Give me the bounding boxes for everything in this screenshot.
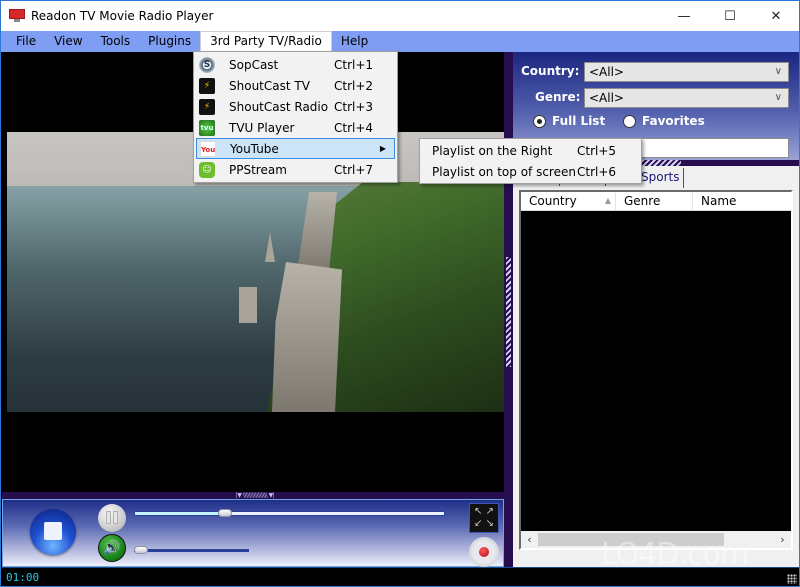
column-country[interactable]: Country ▲ (521, 192, 616, 211)
minimize-button[interactable]: — (661, 1, 707, 31)
menu-plugins[interactable]: Plugins (139, 31, 200, 52)
sopcast-icon: S (199, 56, 215, 73)
column-name[interactable]: Name (693, 192, 791, 211)
chevron-down-icon: ∨ (774, 66, 782, 77)
radio-selected-icon (533, 114, 546, 128)
menu-item-shoutcast-tv[interactable]: ⚡ ShoutCast TV Ctrl+2 (196, 75, 395, 96)
third-party-menu: S SopCast Ctrl+1 ⚡ ShoutCast TV Ctrl+2 ⚡… (193, 51, 398, 183)
submenu-arrow-icon: ▶ (379, 144, 386, 153)
pause-icon (106, 511, 111, 524)
watermark-logo: LO4D.com (601, 537, 749, 572)
mute-button[interactable]: 🔊 (98, 534, 126, 562)
seek-progress-fill (135, 512, 225, 515)
stop-button[interactable] (30, 509, 76, 555)
fullscreen-button[interactable]: ↖ ↗ ↙ ↘ (469, 503, 499, 533)
close-button[interactable]: ✕ (753, 1, 799, 31)
chevron-down-icon: ∨ (774, 92, 782, 103)
elapsed-time: 01:00 (6, 571, 40, 584)
favorites-radio[interactable]: Favorites (623, 114, 705, 128)
category-tabs-area: Sports Country ▲ Genre Name ‹ › (513, 166, 799, 567)
tvu-icon: tvu (199, 119, 215, 136)
title-bar: Readon TV Movie Radio Player — ☐ ✕ (1, 1, 799, 31)
expand-icon: ↖ (474, 506, 483, 517)
menu-file[interactable]: File (7, 31, 45, 52)
seek-thumb[interactable] (217, 509, 232, 517)
playback-controls: 🔊 ↖ ↗ ↙ ↘ (2, 499, 504, 567)
youtube-icon: You (200, 140, 216, 157)
menu-item-shoutcast-radio[interactable]: ⚡ ShoutCast Radio Ctrl+3 (196, 96, 395, 117)
genre-select[interactable]: <All> ∨ (584, 88, 789, 108)
app-tv-icon (9, 9, 25, 23)
ppstream-icon: ☺ (199, 161, 215, 178)
menu-3rd-party-tv-radio[interactable]: 3rd Party TV/Radio (200, 31, 332, 52)
menu-item-tvu-player[interactable]: tvu TVU Player Ctrl+4 (196, 117, 395, 138)
maximize-button[interactable]: ☐ (707, 1, 753, 31)
youtube-submenu: Playlist on the Right Ctrl+5 Playlist on… (419, 138, 642, 184)
list-header: Country ▲ Genre Name (521, 192, 791, 211)
window-title: Readon TV Movie Radio Player (31, 9, 214, 23)
panel-splitter-handle[interactable] (504, 52, 513, 567)
speaker-icon: 🔊 (103, 540, 121, 556)
pause-button[interactable] (98, 504, 126, 532)
country-select[interactable]: <All> ∨ (584, 62, 789, 82)
record-button[interactable] (469, 537, 499, 567)
column-genre[interactable]: Genre (616, 192, 693, 211)
scroll-left-icon[interactable]: ‹ (521, 531, 538, 548)
country-label: Country: (521, 64, 580, 78)
menu-bar: File View Tools Plugins 3rd Party TV/Rad… (1, 31, 799, 52)
volume-thumb[interactable] (134, 546, 148, 554)
shoutcast-icon: ⚡ (199, 77, 215, 94)
video-splitter-handle[interactable]: |▼ \\\\\\\\\\\\\\\\ ▼| (2, 492, 504, 499)
scroll-right-icon[interactable]: › (774, 531, 791, 548)
menu-item-playlist-top[interactable]: Playlist on top of screen Ctrl+6 (422, 161, 639, 182)
full-list-radio[interactable]: Full List (533, 114, 605, 128)
shoutcast-icon: ⚡ (199, 98, 215, 115)
resize-grip[interactable] (787, 574, 797, 584)
channel-list[interactable]: Country ▲ Genre Name ‹ › (519, 190, 793, 550)
menu-tools[interactable]: Tools (92, 31, 140, 52)
menu-view[interactable]: View (45, 31, 91, 52)
menu-item-ppstream[interactable]: ☺ PPStream Ctrl+7 (196, 159, 395, 180)
playlist-panel: Country: <All> ∨ Genre: <All> ∨ Full Lis… (513, 52, 799, 567)
splitter-grip (506, 257, 511, 367)
menu-item-sopcast[interactable]: S SopCast Ctrl+1 (196, 54, 395, 75)
volume-slider[interactable] (134, 546, 249, 554)
tab-sports[interactable]: Sports (637, 168, 685, 188)
menu-help[interactable]: Help (332, 31, 377, 52)
app-window: Readon TV Movie Radio Player — ☐ ✕ File … (0, 0, 800, 587)
menu-item-youtube[interactable]: You YouTube ▶ (196, 138, 395, 159)
radio-unselected-icon (623, 114, 636, 128)
seek-slider[interactable] (134, 509, 445, 517)
stop-icon (44, 522, 62, 540)
sort-ascending-icon: ▲ (604, 196, 611, 205)
genre-label: Genre: (535, 90, 581, 104)
menu-item-playlist-right[interactable]: Playlist on the Right Ctrl+5 (422, 140, 639, 161)
